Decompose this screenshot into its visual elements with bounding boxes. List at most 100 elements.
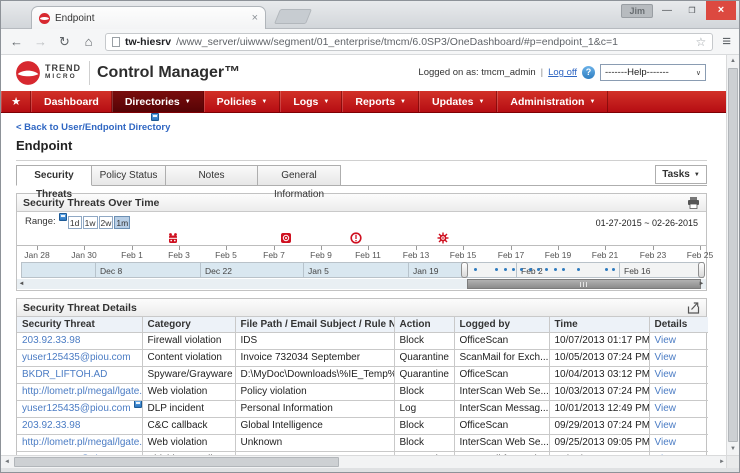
bookmark-star-icon[interactable]: ☆ — [695, 35, 706, 49]
close-button[interactable]: × — [706, 1, 736, 20]
scroll-left-icon[interactable]: ◄ — [17, 279, 26, 289]
range-1m-button[interactable]: 1m — [114, 216, 130, 229]
vertical-scrollbar[interactable]: ▲ ▼ — [726, 55, 739, 455]
forward-icon[interactable]: → — [33, 35, 48, 48]
view-link[interactable]: View — [655, 403, 677, 414]
spyware-icon[interactable] — [280, 232, 292, 244]
timeline-scrollbar[interactable]: ◄ ► — [17, 279, 706, 289]
tab-general-information[interactable]: General Information — [257, 165, 341, 185]
nav-item-administration[interactable]: Administration▼ — [497, 91, 608, 112]
col-security-threat[interactable]: Security Threat — [17, 317, 142, 333]
profile-button[interactable]: Jim — [621, 4, 653, 18]
vertical-scroll-thumb[interactable] — [728, 68, 738, 442]
date-range-label: 01-27-2015 ~ 02-26-2015 — [596, 218, 698, 228]
account-area: Logged on as: tmcm_admin | Log off ? ---… — [418, 64, 706, 81]
threat-link[interactable]: yuser125435@piou.com — [22, 352, 131, 363]
caret-down-icon: ▼ — [400, 99, 406, 105]
url-bar[interactable]: tw-hiesrv /www_server/uiwww/segment/01_e… — [105, 33, 713, 51]
timeline-slider[interactable]: Dec 8 Dec 22 Jan 5 Jan 19 Feb 2 Feb 16 — [21, 262, 704, 278]
url-host: tw-hiesrv — [125, 36, 171, 48]
minimize-button[interactable]: — — [656, 3, 678, 19]
back-icon[interactable]: ← — [9, 35, 24, 48]
nav-item-policies[interactable]: Policies▼ — [204, 91, 281, 112]
col-action[interactable]: Action — [394, 317, 454, 333]
view-link[interactable]: View — [655, 335, 677, 346]
brand-text: TREND MICRO — [45, 64, 81, 81]
scroll-left-icon[interactable]: ◄ — [1, 456, 13, 468]
alert-icon[interactable] — [350, 232, 362, 244]
product-header: TREND MICRO Control Manager™ Logged on a… — [1, 55, 728, 91]
tab-policy-status[interactable]: Policy Status — [91, 165, 166, 185]
tab-security-threats[interactable]: Security Threats — [16, 165, 92, 186]
nav-item-reports[interactable]: Reports▼ — [342, 91, 419, 112]
slider-handle-left[interactable] — [461, 262, 468, 278]
tasks-button[interactable]: Tasks▼ — [655, 165, 707, 184]
tab-title: Endpoint — [55, 13, 247, 24]
home-icon[interactable]: ⌂ — [81, 35, 96, 48]
caret-down-icon: ▼ — [323, 99, 329, 105]
back-to-directory-link[interactable]: < Back to User/Endpoint Directory — [16, 122, 170, 133]
reload-icon[interactable]: ↻ — [57, 35, 72, 48]
tab-notes[interactable]: Notes — [165, 165, 258, 185]
caret-down-icon: ▼ — [185, 99, 191, 105]
threat-link[interactable]: http://lometr.pl/megal/lgate.php... — [22, 386, 142, 397]
threat-link[interactable]: http://lometr.pl/megal/lgate.php... — [22, 437, 142, 448]
view-link[interactable]: View — [655, 386, 677, 397]
table-row: 203.92.33.98 Firewall violation IDS Bloc… — [17, 333, 708, 350]
threat-link[interactable]: 203.92.33.98 — [22, 420, 80, 431]
logged-on-text: Logged on as: tmcm_admin — [418, 67, 535, 78]
info-popup-icon[interactable] — [134, 401, 142, 409]
caret-down-icon: ▼ — [478, 99, 484, 105]
print-icon[interactable] — [687, 197, 700, 209]
threat-details-table: Security Threat Category File Path / Ema… — [17, 317, 708, 455]
browser-menu-icon[interactable]: ≡ — [722, 33, 731, 50]
col-category[interactable]: Category — [142, 317, 235, 333]
horizontal-scroll-thumb[interactable] — [14, 457, 339, 467]
threat-link[interactable]: yuser125435@piou.com — [22, 403, 131, 414]
slider-handle-right[interactable] — [698, 262, 705, 278]
export-icon[interactable] — [687, 302, 700, 314]
url-path: /www_server/uiwww/segment/01_enterprise/… — [176, 36, 690, 48]
page-title: Endpoint — [16, 138, 707, 153]
range-2w-button[interactable]: 2w — [99, 216, 114, 229]
maximize-button[interactable]: ❐ — [681, 3, 703, 19]
help-question-icon[interactable]: ? — [582, 66, 595, 79]
table-row: http://lometr.pl/megal/lgate.php... Web … — [17, 384, 708, 401]
range-info-icon[interactable] — [59, 213, 67, 221]
window-bottom-frame — [1, 468, 739, 473]
col-details[interactable]: Details — [649, 317, 708, 333]
range-1w-button[interactable]: 1w — [83, 216, 98, 229]
col-time[interactable]: Time — [549, 317, 649, 333]
new-tab-button[interactable] — [274, 9, 312, 24]
nav-item-directories[interactable]: Directories▼ — [112, 91, 204, 112]
log-off-link[interactable]: Log off — [548, 67, 577, 78]
virus-icon[interactable] — [437, 232, 449, 244]
tab-close-icon[interactable]: × — [252, 13, 258, 23]
view-link[interactable]: View — [655, 420, 677, 431]
threat-link[interactable]: 203.92.33.98 — [22, 335, 80, 346]
view-link[interactable]: View — [655, 437, 677, 448]
horizontal-scrollbar[interactable]: ◄ ► — [1, 455, 728, 468]
range-1d-button[interactable]: 1d — [68, 216, 82, 229]
nav-item-updates[interactable]: Updates▼ — [419, 91, 497, 112]
trojan-icon[interactable] — [167, 232, 179, 244]
help-dropdown[interactable]: -------Help------- ∨ — [600, 64, 706, 81]
nav-item-logs[interactable]: Logs▼ — [280, 91, 342, 112]
scroll-up-icon[interactable]: ▲ — [727, 55, 739, 67]
nav-item-dashboard[interactable]: Dashboard — [31, 91, 112, 112]
scroll-down-icon[interactable]: ▼ — [727, 443, 739, 455]
threat-link[interactable]: BKDR_LIFTOH.AD — [22, 369, 107, 380]
timeline-scroll-thumb[interactable] — [467, 279, 701, 289]
info-popup-icon[interactable] — [151, 113, 159, 121]
browser-tab[interactable]: Endpoint × — [31, 6, 266, 29]
favorites-star-nav[interactable]: ★ — [1, 91, 31, 112]
view-link[interactable]: View — [655, 352, 677, 363]
col-logged-by[interactable]: Logged by — [454, 317, 549, 333]
view-link[interactable]: View — [655, 369, 677, 380]
chevron-down-icon: ∨ — [696, 69, 701, 77]
browser-window: Endpoint × Jim — ❐ × ← → ↻ ⌂ tw-hiesrv /… — [0, 0, 740, 473]
page-content: TREND MICRO Control Manager™ Logged on a… — [1, 55, 728, 455]
scroll-right-icon[interactable]: ► — [697, 279, 706, 289]
over-time-title: Security Threats Over Time — [23, 197, 159, 209]
col-file-path[interactable]: File Path / Email Subject / Rule Name — [235, 317, 394, 333]
